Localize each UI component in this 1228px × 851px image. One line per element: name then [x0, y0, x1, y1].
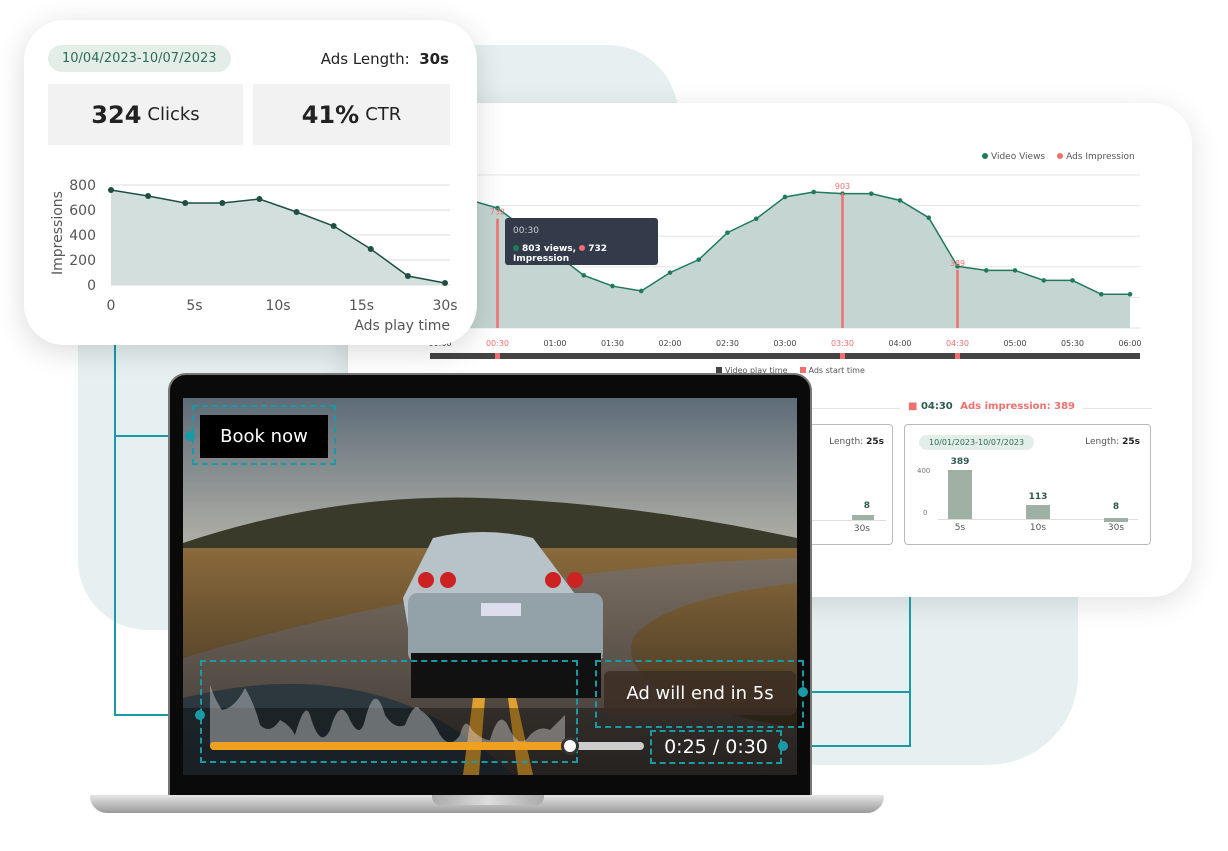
- y-tick-label: 0: [87, 278, 96, 294]
- time-label: 01:00: [543, 339, 567, 348]
- bar-category-label: 5s: [954, 523, 966, 533]
- ad-end-notice: Ad will end in 5s: [604, 671, 796, 715]
- views-point: [897, 198, 903, 203]
- bar-category-label: 30s: [1107, 523, 1125, 533]
- views-point: [696, 257, 702, 262]
- date-range-pill[interactable]: 10/04/2023-10/07/2023: [48, 45, 231, 72]
- views-point: [1127, 291, 1133, 297]
- data-point: [404, 273, 411, 279]
- data-point: [367, 246, 374, 252]
- impressions-chart: 800 600 400 200 00 5s 10s 15s 30s Ads play time Im…: [50, 178, 458, 334]
- views-point: [1012, 268, 1018, 273]
- views-point: [926, 215, 932, 221]
- views-point: [1098, 291, 1104, 297]
- impression-label: 732: [490, 208, 505, 217]
- laptop-notch: [432, 795, 544, 805]
- data-point: [108, 187, 114, 193]
- bar-value-label: 8: [1112, 502, 1120, 512]
- timeline-bar[interactable]: [430, 353, 1140, 359]
- data-point: [256, 196, 263, 202]
- ad-start-marker[interactable]: [494, 353, 500, 359]
- views-point: [811, 189, 817, 195]
- data-point: [145, 193, 152, 199]
- x-axis-label: Ads play time: [354, 318, 450, 334]
- bar-value-label: 113: [1028, 491, 1048, 502]
- views-point: [610, 283, 615, 289]
- views-point: [1070, 278, 1075, 283]
- ad-start-marker[interactable]: [954, 353, 960, 359]
- views-point: [581, 273, 587, 278]
- book-now-button[interactable]: Book now: [200, 415, 328, 458]
- y-tick-label: 200: [69, 253, 96, 269]
- time-label: 00:30: [485, 339, 510, 348]
- impression-label: 389: [950, 259, 965, 268]
- time-label: 03:30: [830, 339, 855, 348]
- time-label: 02:30: [715, 339, 740, 348]
- views-point: [638, 288, 644, 294]
- ctr-stat: 41% CTR: [253, 84, 450, 145]
- bar[interactable]: [948, 470, 972, 519]
- time-label: 05:30: [1060, 339, 1085, 348]
- y-axis-label: Impressions: [50, 191, 66, 275]
- views-point: [753, 216, 759, 222]
- time-label: 05:00: [1003, 339, 1027, 348]
- area-fill: [111, 190, 445, 285]
- y-tick-label: 600: [69, 203, 96, 219]
- time-label: 04:30: [945, 339, 970, 348]
- views-point: [782, 194, 788, 200]
- x-tick-label: 30s: [432, 298, 457, 314]
- progress-bar[interactable]: [210, 737, 644, 755]
- ad-start-marker[interactable]: [839, 353, 845, 359]
- impression-label: 903: [835, 182, 850, 191]
- date-range-pill: 10/01/2023-10/07/2023: [919, 435, 1035, 450]
- time-label: 06:00: [1118, 339, 1142, 348]
- x-tick-label: 10s: [265, 298, 290, 314]
- data-point: [182, 200, 189, 206]
- x-tick-label: 5s: [186, 298, 202, 314]
- x-tick-label: 0: [107, 298, 116, 314]
- y-tick-label: 400: [69, 228, 96, 244]
- x-tick-label: 15s: [349, 298, 374, 314]
- ads-length: Ads Length: 30s: [320, 50, 449, 68]
- ad-summary-card: 10/04/2023-10/07/2023 Ads Length: 30s 32…: [24, 20, 477, 345]
- bar[interactable]: [1104, 518, 1128, 522]
- data-point: [330, 223, 337, 229]
- bar-value-label: 389: [950, 457, 970, 468]
- ad-card[interactable]: 10/01/2023-10/07/2023 Length: 25s 400 0 …: [904, 424, 1151, 545]
- views-point: [868, 191, 874, 196]
- data-point: [219, 200, 226, 206]
- time-label: 04:00: [888, 339, 912, 348]
- clicks-stat: 324 Clicks: [48, 84, 243, 145]
- time-label: 03:00: [773, 339, 797, 348]
- time-label: 01:30: [600, 339, 625, 348]
- bar[interactable]: [1026, 504, 1050, 519]
- views-point: [667, 270, 673, 275]
- bar-category-label: 10s: [1029, 523, 1047, 533]
- time-label: 02:00: [658, 339, 682, 348]
- views-point: [725, 230, 730, 235]
- chart-tooltip: 00:30 803 views, 732 Impression: [505, 218, 658, 265]
- data-point: [293, 209, 300, 215]
- data-point: [442, 280, 448, 286]
- views-point: [983, 268, 989, 273]
- video-time: 0:25 / 0:30: [650, 730, 782, 764]
- views-point: [1041, 278, 1047, 283]
- section-header: ■ 04:30 Ads impression: 389: [900, 401, 1083, 412]
- y-tick-label: 800: [69, 178, 96, 194]
